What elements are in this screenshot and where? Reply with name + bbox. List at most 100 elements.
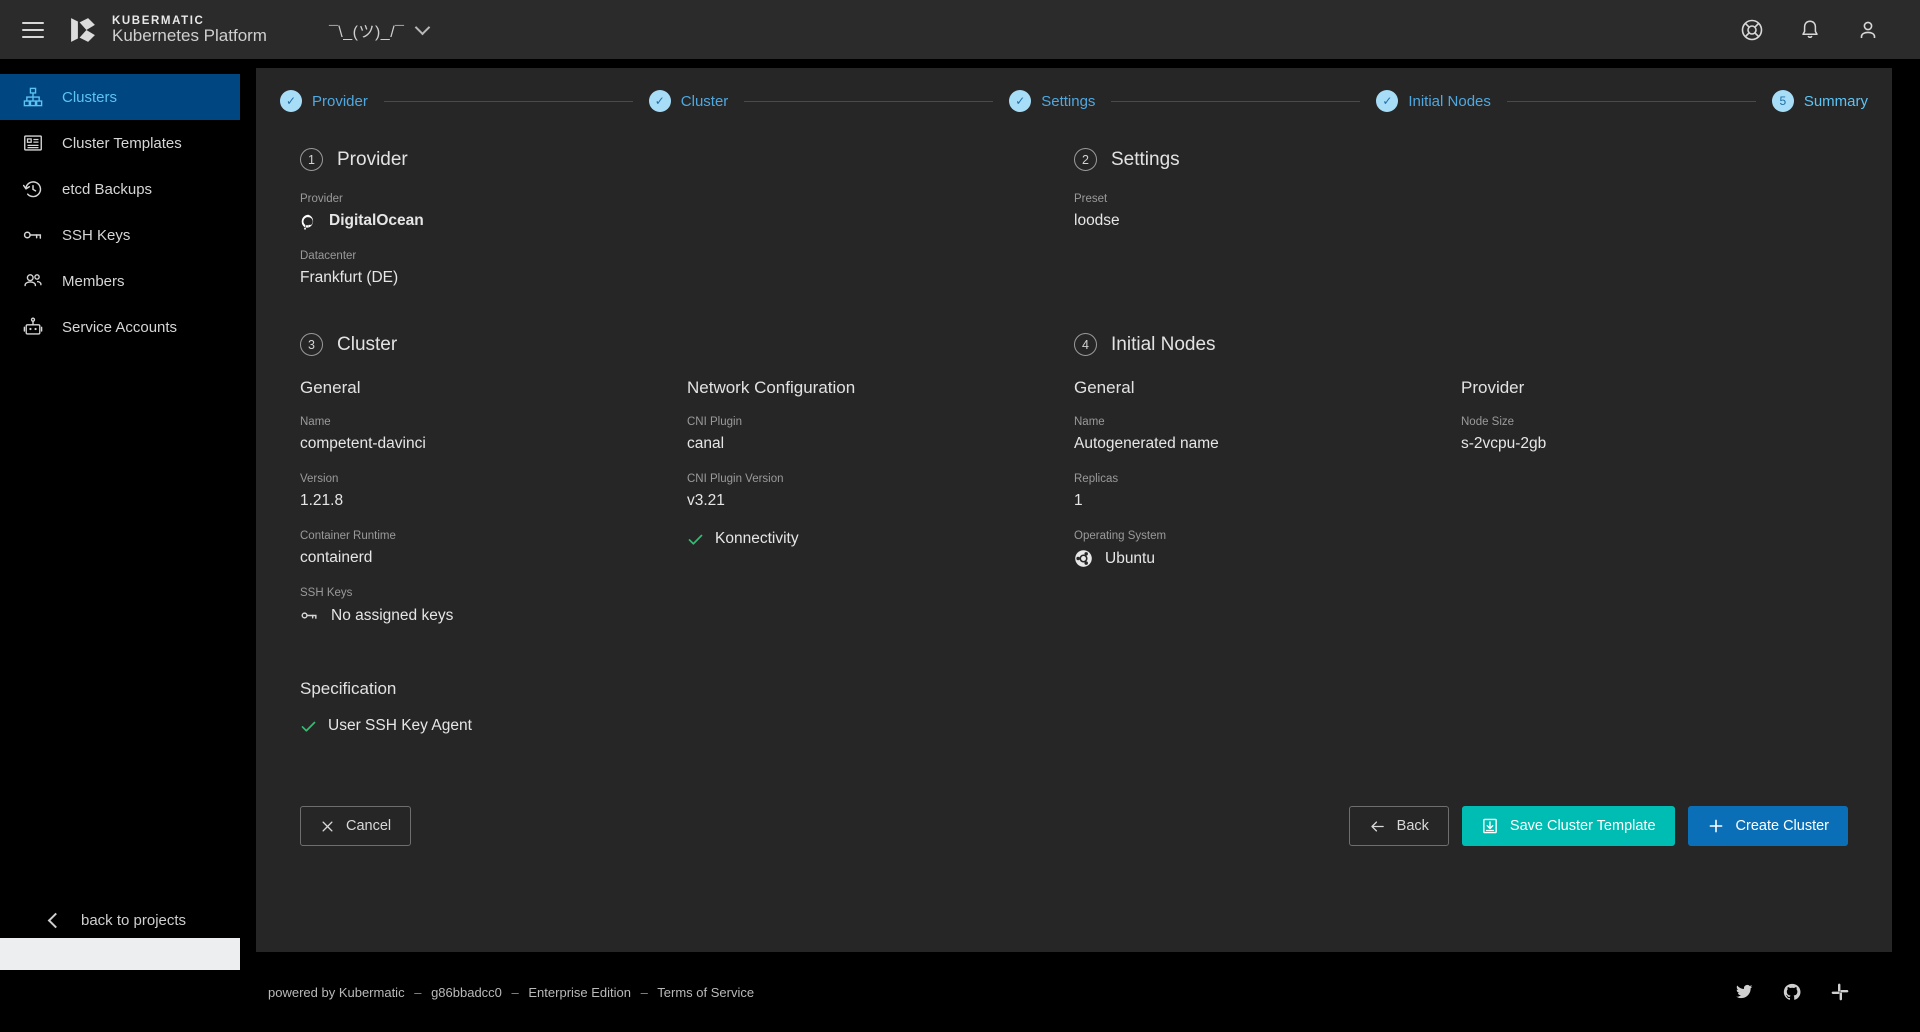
specification-title: Specification — [300, 679, 1848, 699]
top-bar: KUBERMATIC Kubernetes Platform ¯\_(ツ)_/¯ — [0, 0, 1920, 60]
step-marker: ✓ — [280, 90, 302, 112]
brand-subtitle: Kubernetes Platform — [112, 27, 267, 45]
field-label: Node Size — [1461, 416, 1848, 428]
nodes-general-column: General Name Autogenerated name Replicas… — [1074, 378, 1461, 645]
help-icon[interactable] — [1740, 18, 1764, 42]
account-icon[interactable] — [1856, 18, 1880, 42]
app-root: KUBERMATIC Kubernetes Platform ¯\_(ツ)_/¯ — [0, 0, 1920, 1032]
summary-row-top: 1 Provider Provider DigitalOcean — [300, 148, 1848, 307]
chevron-left-icon — [48, 912, 64, 928]
step-cluster[interactable]: ✓ Cluster — [649, 90, 729, 112]
provider-section: 1 Provider Provider DigitalOcean — [300, 148, 687, 307]
page-footer: powered by Kubermatic – g86bbadcc0 – Ent… — [256, 952, 1920, 1032]
create-cluster-button[interactable]: Create Cluster — [1688, 806, 1848, 846]
close-icon — [320, 819, 335, 834]
sidebar-item-etcd-backups[interactable]: etcd Backups — [0, 166, 240, 212]
step-initial-nodes[interactable]: ✓ Initial Nodes — [1376, 90, 1491, 112]
section-title: Cluster — [337, 334, 397, 356]
field-value: v3.21 — [687, 492, 1074, 510]
sidebar-item-label: etcd Backups — [62, 181, 152, 198]
wizard-actions: Cancel Back — [300, 806, 1848, 846]
cancel-label: Cancel — [346, 818, 391, 834]
section-title: Settings — [1111, 149, 1180, 171]
digitalocean-icon — [300, 213, 317, 230]
step-connector — [744, 101, 993, 102]
sidebar-item-clusters[interactable]: Clusters — [0, 74, 240, 120]
sidebar: Clusters Cluster Templates — [0, 60, 240, 970]
field-label: Provider — [300, 193, 687, 205]
wizard-panel: ✓ Provider ✓ Cluster ✓ Settings ✓ Initia… — [256, 68, 1892, 952]
chevron-down-icon — [414, 19, 430, 35]
field-label: CNI Plugin Version — [687, 473, 1074, 485]
step-marker: 5 — [1772, 90, 1794, 112]
cancel-button[interactable]: Cancel — [300, 806, 411, 846]
footer-version[interactable]: g86bbadcc0 — [431, 985, 502, 1000]
field-replicas: Replicas 1 — [1074, 473, 1461, 510]
sidebar-item-members[interactable]: Members — [0, 258, 240, 304]
field-value: Frankfurt (DE) — [300, 269, 687, 287]
members-icon — [22, 270, 44, 292]
step-connector — [1507, 101, 1756, 102]
sidebar-item-service-accounts[interactable]: Service Accounts — [0, 304, 240, 350]
github-icon[interactable] — [1782, 982, 1802, 1002]
ssh-keys-icon — [22, 224, 44, 246]
arrow-left-icon — [1369, 818, 1386, 835]
settings-section: 2 Settings Preset loodse — [1074, 148, 1461, 307]
cluster-header-spacer — [687, 333, 1074, 378]
specification-item-label: User SSH Key Agent — [328, 717, 472, 735]
cluster-section-header-wrap: 3 Cluster — [300, 333, 687, 378]
plus-icon — [1707, 817, 1725, 835]
field-label: Name — [1074, 416, 1461, 428]
save-cluster-template-button[interactable]: Save Cluster Template — [1462, 806, 1675, 846]
field-provider: Provider DigitalOcean — [300, 193, 687, 230]
cluster-network-column: Network Configuration CNI Plugin canal C… — [687, 378, 1074, 645]
ssh-keys-icon — [300, 606, 319, 625]
step-connector — [384, 101, 633, 102]
section-title: Provider — [337, 149, 408, 171]
sidebar-item-label: Clusters — [62, 89, 117, 106]
back-to-projects-button[interactable]: back to projects — [0, 900, 240, 940]
column-title: General — [1074, 378, 1461, 398]
slack-icon[interactable] — [1830, 982, 1850, 1002]
field-value: No assigned keys — [300, 606, 687, 625]
sidebar-item-cluster-templates[interactable]: Cluster Templates — [0, 120, 240, 166]
wizard-primary-actions: Back Save Cluster Template — [1349, 806, 1848, 846]
step-settings[interactable]: ✓ Settings — [1009, 90, 1095, 112]
summary-row-details: General Name competent-davinci Version 1… — [300, 378, 1848, 645]
notifications-icon[interactable] — [1798, 18, 1822, 42]
field-cni-plugin: CNI Plugin canal — [687, 416, 1074, 453]
field-node-size: Node Size s-2vcpu-2gb — [1461, 416, 1848, 453]
footer-separator: – — [408, 985, 427, 1000]
section-number: 3 — [300, 333, 323, 356]
field-datacenter: Datacenter Frankfurt (DE) — [300, 250, 687, 287]
footer-separator: – — [506, 985, 525, 1000]
ubuntu-icon — [1074, 549, 1093, 568]
footer-terms-of-service[interactable]: Terms of Service — [657, 985, 754, 1000]
sidebar-footer-strip — [0, 938, 240, 970]
footer-powered-by: powered by Kubermatic — [268, 985, 405, 1000]
feature-label: Konnectivity — [715, 530, 799, 548]
field-label: Preset — [1074, 193, 1461, 205]
step-label: Provider — [312, 93, 368, 110]
field-label: Name — [300, 416, 687, 428]
field-operating-system: Operating System Ubuntu — [1074, 530, 1461, 568]
sidebar-item-ssh-keys[interactable]: SSH Keys — [0, 212, 240, 258]
step-provider[interactable]: ✓ Provider — [280, 90, 368, 112]
section-number: 4 — [1074, 333, 1097, 356]
create-cluster-label: Create Cluster — [1736, 818, 1829, 834]
project-selector[interactable]: ¯\_(ツ)_/¯ — [329, 18, 428, 42]
provider-spacer — [687, 148, 1074, 307]
field-label: Version — [300, 473, 687, 485]
column-title: Network Configuration — [687, 378, 1074, 398]
field-node-name: Name Autogenerated name — [1074, 416, 1461, 453]
nodes-section-header: 4 Initial Nodes — [1074, 333, 1461, 356]
back-button[interactable]: Back — [1349, 806, 1449, 846]
footer-social-icons — [1734, 982, 1850, 1002]
step-summary[interactable]: 5 Summary — [1772, 90, 1868, 112]
field-label: Operating System — [1074, 530, 1461, 542]
field-label: Container Runtime — [300, 530, 687, 542]
brand[interactable]: KUBERMATIC Kubernetes Platform — [66, 13, 267, 47]
twitter-icon[interactable] — [1734, 982, 1754, 1002]
field-value: s-2vcpu-2gb — [1461, 435, 1848, 453]
hamburger-icon[interactable] — [22, 22, 44, 38]
